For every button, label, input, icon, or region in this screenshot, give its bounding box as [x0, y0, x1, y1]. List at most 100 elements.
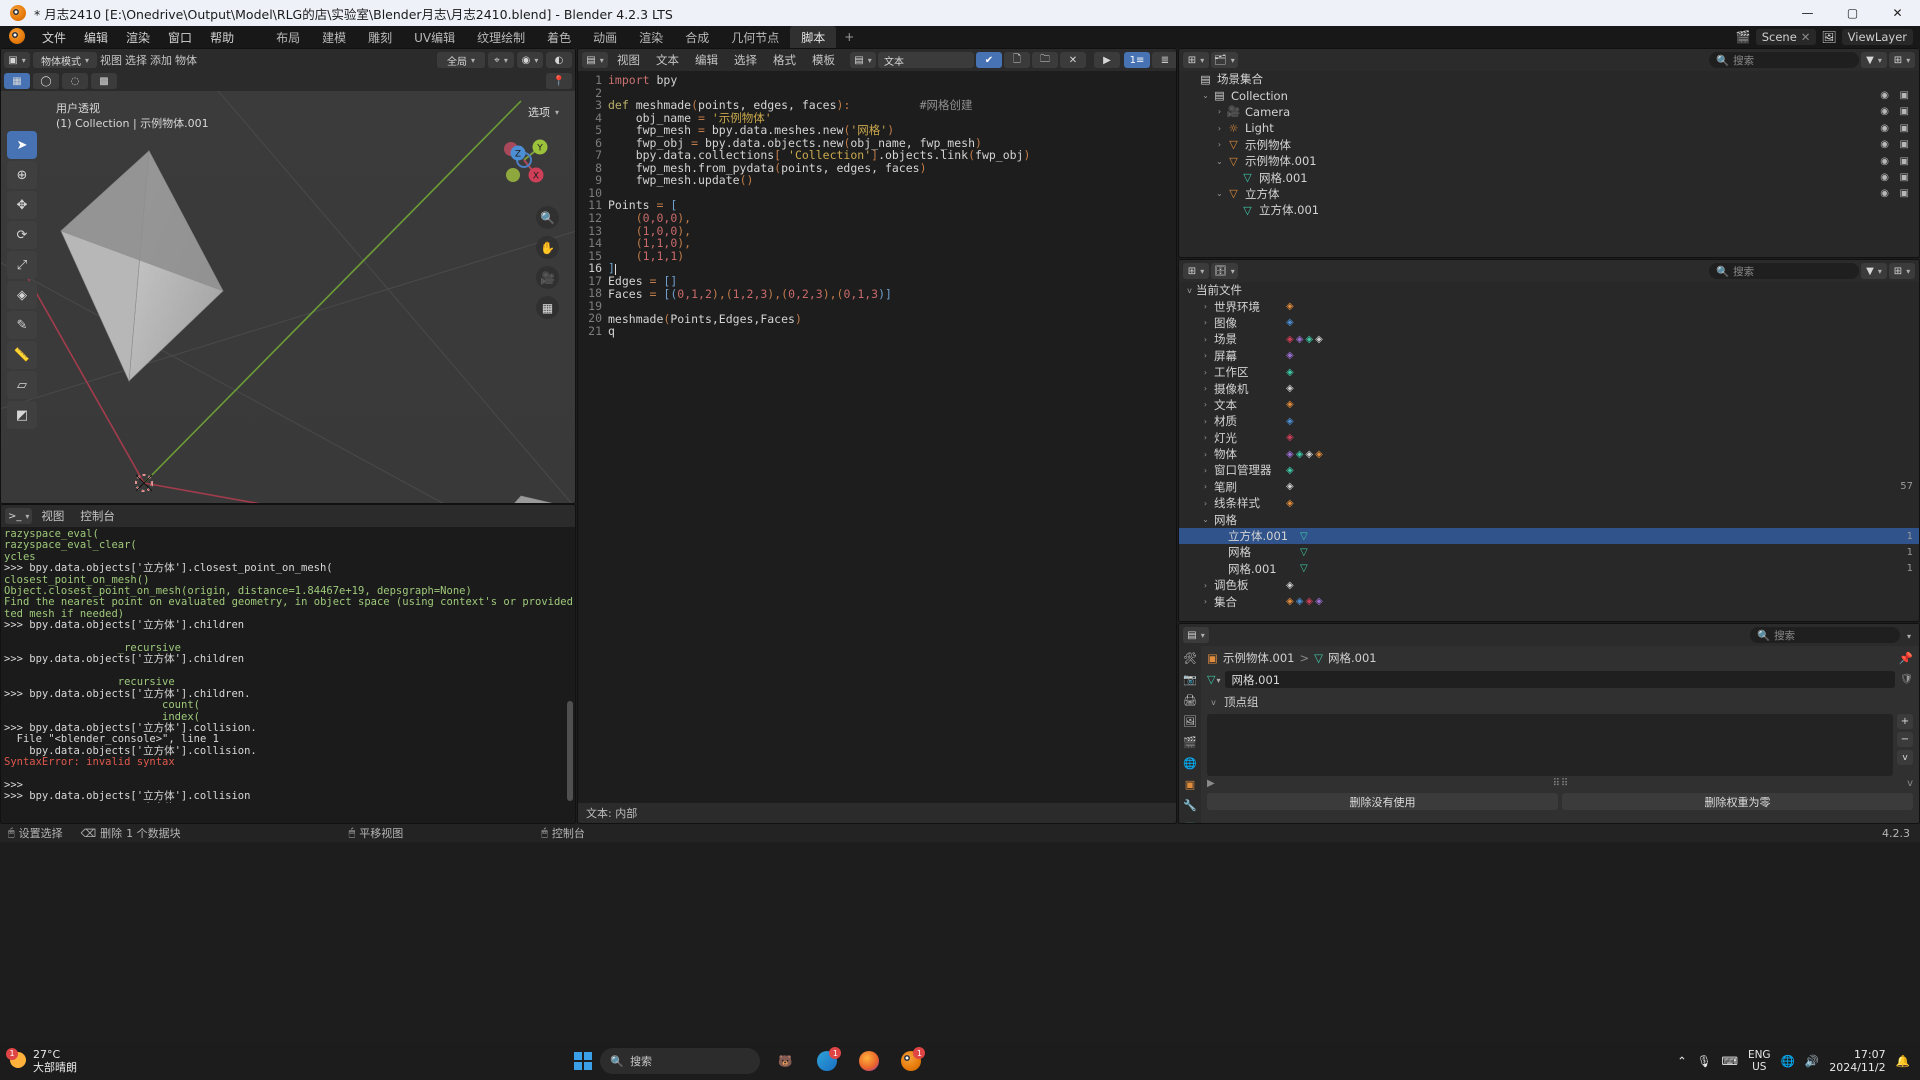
blender-logo-icon[interactable]	[9, 27, 25, 47]
code-line[interactable]: meshmade(Points,Edges,Faces)	[608, 313, 1030, 326]
render-camera-icon[interactable]: ▣	[1900, 156, 1909, 167]
pan-hand-icon[interactable]: ✋	[536, 236, 559, 259]
maximize-button[interactable]: ▢	[1830, 0, 1875, 26]
workspace-tab-rendering[interactable]: 渲染	[628, 26, 674, 49]
pin-icon[interactable]: 📌	[1899, 651, 1913, 665]
console-scrollbar-thumb[interactable]	[567, 701, 573, 801]
visibility-eye-icon[interactable]: ◉	[1880, 90, 1889, 101]
tab-viewlayer[interactable]: 🖼	[1183, 715, 1197, 728]
blender-file-row[interactable]: › 灯光 ◈	[1179, 430, 1919, 446]
blender-file-row[interactable]: › 线条样式 ◈	[1179, 495, 1919, 511]
workspace-tab-modeling[interactable]: 建模	[311, 26, 357, 49]
network-icon[interactable]: 🌐	[1781, 1054, 1795, 1068]
chevron-down-icon[interactable]: v	[1907, 778, 1913, 789]
microphone-icon[interactable]: 🎙	[1697, 1054, 1712, 1068]
menu-file[interactable]: 文件	[33, 27, 75, 48]
chevron-right-icon[interactable]: ›	[1213, 140, 1226, 149]
viewport-menu-view[interactable]: 视图	[100, 52, 122, 68]
select-box-tool-icon[interactable]: ▦	[4, 73, 30, 89]
taskbar-app-widget-icon[interactable]: 🐻	[768, 1046, 802, 1076]
chevron-right-icon[interactable]: ›	[1199, 450, 1212, 459]
outliner-row[interactable]: › ▽ 示例物体 ◉ ▣	[1179, 137, 1919, 153]
word-wrap-toggle-icon[interactable]: ≣	[1152, 52, 1176, 68]
proportional-edit-toggle[interactable]: ◉	[517, 52, 543, 68]
code-line[interactable]: Faces = [(0,1,2),(1,2,3),(0,2,3),(0,1,3)…	[608, 287, 1030, 301]
remove-vertex-group-button[interactable]: −	[1897, 732, 1913, 747]
chevron-right-icon[interactable]: ›	[1199, 400, 1212, 409]
blender-file-tree[interactable]: › 世界环境 ◈ › 图像 ◈ › 场景 ◈ ◈ ◈ ◈ › 屏幕 ◈ › 工作区 ◈ › 摄像机 ◈ › 文本 ◈ › 材质 ◈ ›…	[1179, 298, 1919, 609]
tool-transform[interactable]: ◈	[7, 281, 37, 309]
workspace-tab-scripting[interactable]: 脚本	[790, 26, 837, 48]
snap-toggle[interactable]: ⌖	[488, 52, 514, 68]
text-editor[interactable]: ▤ 视图 文本 编辑 选择 格式 模板 ▤ 文本 ✔ 🗋 🗀 ✕ ▶ 1≡ ≣ …	[577, 48, 1177, 824]
outliner-row[interactable]: › 🎥 Camera ◉ ▣	[1179, 104, 1919, 120]
chevron-down-icon[interactable]: ⌄	[1213, 157, 1226, 166]
tab-scene[interactable]: 🎬	[1183, 736, 1197, 749]
chevron-right-icon[interactable]: ›	[1199, 318, 1212, 327]
blender-file-row[interactable]: › 世界环境 ◈	[1179, 298, 1919, 314]
editor-type-selector[interactable]: ▣	[4, 52, 30, 68]
text-menu-format[interactable]: 格式	[766, 50, 803, 70]
vertex-group-expand-row[interactable]: ▶ ⠿⠿ v	[1207, 778, 1913, 789]
register-toggle-icon[interactable]: ✔	[976, 52, 1002, 68]
blender-file-row[interactable]: 网格 ▽ 1	[1179, 544, 1919, 560]
add-workspace-button[interactable]: +	[836, 27, 862, 47]
open-text-icon[interactable]: 🗀	[1032, 52, 1058, 68]
tab-render[interactable]: 📷	[1183, 673, 1197, 686]
chevron-down-icon[interactable]: ⌄	[1199, 515, 1212, 524]
taskbar-search-box[interactable]: 🔍 搜索	[600, 1048, 761, 1074]
delete-zero-weight-button[interactable]: 删除权重为零	[1562, 793, 1913, 810]
outliner-filter-icon[interactable]: ▼	[1861, 52, 1887, 68]
notifications-icon[interactable]: 🔔	[1896, 1054, 1910, 1068]
workspace-tab-sculpting[interactable]: 雕刻	[357, 26, 403, 49]
volume-icon[interactable]: 🔊	[1805, 1054, 1819, 1068]
vertex-groups-panel-header[interactable]: v 顶点组	[1207, 694, 1913, 710]
text-datablock-icon[interactable]: ▤	[850, 52, 876, 68]
tab-tool[interactable]: 🛠	[1183, 652, 1197, 665]
code-content[interactable]: import bpy def meshmade(points, edges, f…	[608, 74, 1030, 338]
breadcrumb-mesh[interactable]: 网格.001	[1328, 650, 1377, 666]
code-line[interactable]: (1,1,1)	[608, 249, 1030, 263]
delete-unused-button[interactable]: 删除没有使用	[1207, 793, 1558, 810]
chevron-right-icon[interactable]: ›	[1199, 466, 1212, 475]
outliner-row[interactable]: ▽ 网格.001 ◉ ▣	[1179, 169, 1919, 185]
menu-help[interactable]: 帮助	[201, 27, 243, 48]
menu-edit[interactable]: 编辑	[75, 27, 117, 48]
new-text-icon[interactable]: 🗋	[1004, 52, 1030, 68]
bfile-search-box[interactable]: 🔍 搜索	[1709, 263, 1859, 279]
tool-measure[interactable]: 📏	[7, 341, 37, 369]
blender-file-row[interactable]: ⌄ 网格	[1179, 511, 1919, 527]
chevron-up-icon[interactable]: ⌃	[1677, 1054, 1687, 1068]
tab-object[interactable]: ▣	[1185, 778, 1195, 791]
unlink-text-icon[interactable]: ✕	[1060, 52, 1086, 68]
vertex-group-specials-menu[interactable]: v	[1897, 750, 1913, 765]
properties-editor[interactable]: ▤ 🔍 搜索 🛠 📷 🖨 🖼 🎬 🌐 ▣ 🔧 ▽ ◉	[1178, 623, 1920, 824]
scene-selector[interactable]: Scene ✕	[1755, 29, 1817, 45]
tool-tweak[interactable]: ➤	[7, 131, 37, 159]
text-menu-select[interactable]: 选择	[727, 50, 764, 70]
add-vertex-group-button[interactable]: +	[1897, 714, 1913, 729]
camera-view-icon[interactable]: 🎥	[536, 266, 559, 289]
clock-widget[interactable]: 17:07 2024/11/2	[1829, 1048, 1885, 1074]
workspace-tab-texturepaint[interactable]: 纹理绘制	[466, 26, 536, 49]
menu-render[interactable]: 渲染	[117, 27, 159, 48]
code-line[interactable]: q	[608, 325, 1030, 338]
language-indicator[interactable]: ENG US	[1748, 1049, 1771, 1073]
blender-file-row[interactable]: › 屏幕 ◈	[1179, 348, 1919, 364]
keyboard-icon[interactable]: ⌨	[1721, 1054, 1738, 1068]
console-editor-type-selector[interactable]: >_	[5, 508, 33, 524]
select-lasso-tool-icon[interactable]: ◌	[62, 73, 88, 89]
chevron-right-icon[interactable]: ›	[1199, 351, 1212, 360]
select-extend-tool-icon[interactable]: ▩	[91, 73, 117, 89]
zoom-icon[interactable]: 🔍	[536, 206, 559, 229]
console-menu-console[interactable]: 控制台	[73, 506, 122, 526]
blender-file-row[interactable]: › 物体 ◈ ◈ ◈ ◈	[1179, 446, 1919, 462]
workspace-tab-animation[interactable]: 动画	[582, 26, 628, 49]
viewport-menu-select[interactable]: 选择	[125, 52, 147, 68]
chevron-right-icon[interactable]: ›	[1199, 433, 1212, 442]
blender-file-outliner[interactable]: ⊞ 🗄 🔍 搜索 ▼ ⊞ v 当前文件 ›世界环境◈›图像◈›场景◈◈◈◈›屏幕…	[1178, 259, 1920, 622]
chevron-right-icon[interactable]: ›	[1199, 597, 1212, 606]
visibility-eye-icon[interactable]: ◉	[1880, 123, 1889, 134]
blender-file-row[interactable]: › 材质 ◈	[1179, 413, 1919, 429]
chevron-right-icon[interactable]: ›	[1199, 499, 1212, 508]
